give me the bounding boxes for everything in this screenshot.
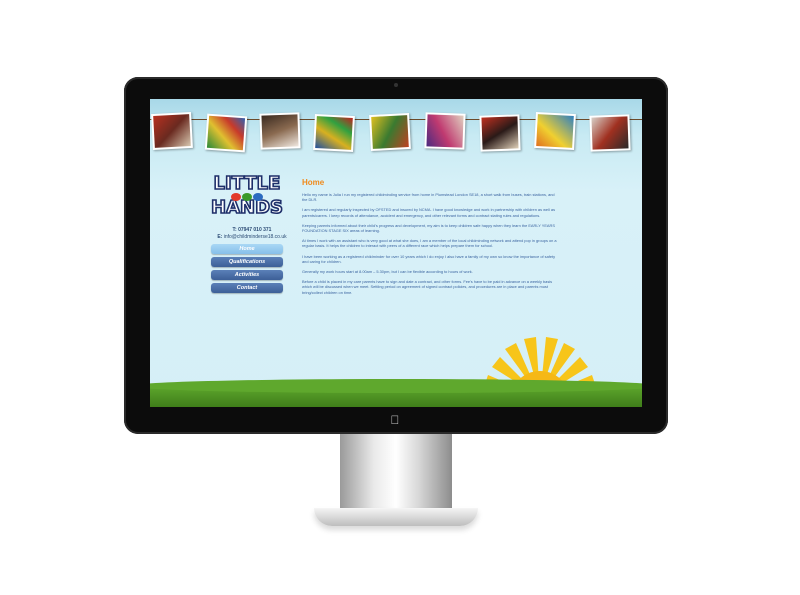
apple-logo-icon:  (389, 414, 401, 427)
photo-1 (151, 111, 193, 151)
paragraph-2: I am registered and regularly inspected … (302, 207, 556, 218)
telephone: T: 07947 010 371 (232, 227, 272, 233)
paragraph-1: Hello my name is Julia I run my register… (302, 192, 555, 203)
email-link[interactable]: info@childminderse18.co.uk (224, 234, 287, 240)
photo-9 (589, 114, 631, 152)
nav-qualifications-button[interactable]: Qualifications (211, 257, 283, 267)
contact-details: T: 07947 010 371 E: info@childminderse18… (202, 227, 302, 241)
photo-7 (479, 114, 521, 152)
monitor: LITTLE HANDS T: 07947 010 371 E: info@ch… (124, 77, 668, 434)
photo-8 (534, 111, 576, 151)
email-prefix: E: (217, 234, 223, 240)
paragraph-6: Generally my work hours start at 8.00am … (302, 269, 473, 275)
photo-4 (313, 113, 355, 153)
logo-line1: LITTLE (214, 173, 281, 194)
paragraph-4: At times I work with an assistant who is… (302, 238, 557, 249)
main-nav: Home Qualifications Activities Contact (211, 244, 283, 296)
photo-6 (424, 112, 466, 150)
page-title: Home (302, 178, 325, 187)
nav-home-button[interactable]: Home (211, 244, 283, 254)
nav-contact-button[interactable]: Contact (211, 283, 283, 293)
paragraph-7: Before a child is placed in my care pare… (302, 279, 553, 295)
photo-3 (259, 112, 301, 150)
paragraph-5: I have been working as a registered chil… (302, 253, 556, 264)
monitor-stand (340, 434, 452, 514)
paragraph-3: Keeping parents informed about their chi… (302, 222, 555, 234)
camera-icon (394, 83, 398, 87)
hand-prints-icon (231, 193, 263, 201)
website-screen: LITTLE HANDS T: 07947 010 371 E: info@ch… (150, 99, 642, 407)
photo-strip (150, 107, 642, 153)
grass-footer (150, 379, 642, 407)
photo-5 (369, 112, 411, 152)
photo-2 (204, 113, 248, 153)
nav-activities-button[interactable]: Activities (211, 270, 283, 280)
little-hands-logo: LITTLE HANDS (210, 172, 284, 219)
main-content: Home Hello my name is Julia I run my reg… (302, 178, 560, 300)
monitor-stand-base (314, 508, 478, 526)
